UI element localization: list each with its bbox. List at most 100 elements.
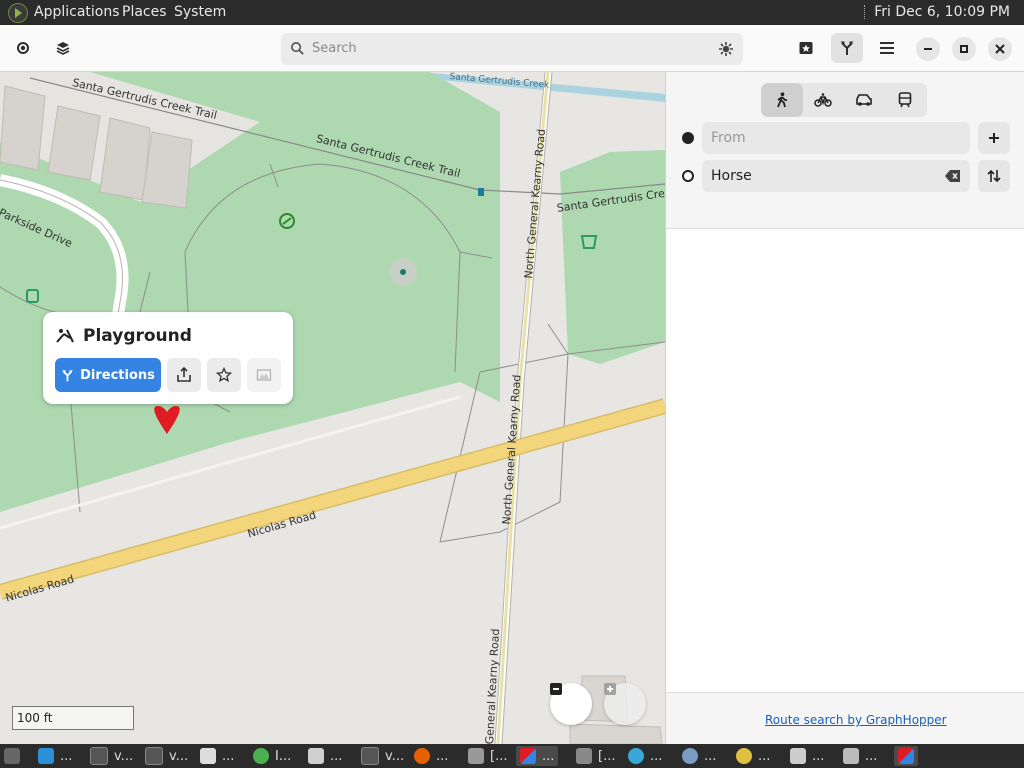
taskbar-item-label: ... [812,748,825,764]
swap-direction-button[interactable] [978,160,1010,192]
folder-icon [308,748,324,764]
taskbar-item-label: [... [598,748,616,764]
taskbar: ... v... v... ... I... ... v... ... [...… [0,744,1024,768]
to-value: Horse [711,168,752,184]
scale-bar: 100 ft [12,706,134,730]
taskbar-item-app[interactable]: ... [843,746,877,766]
search-placeholder: Search [312,41,357,56]
share-icon [177,366,191,382]
taskbar-item-maps-active[interactable] [894,746,918,766]
map-view[interactable]: Santa Gertrudis Creek Trail Santa Gertru… [0,72,665,744]
taskbar-item-label: ... [650,748,663,764]
route-icon [62,369,73,381]
place-title: Playground [83,326,192,346]
clock[interactable]: Fri Dec 6, 10:09 PM [864,4,1010,20]
from-placeholder: From [711,130,746,146]
taskbar-item-label: v... [169,748,189,764]
applications-menu[interactable]: Applications [34,4,120,20]
car-icon [856,94,872,106]
clear-text-icon[interactable] [945,169,961,183]
taskbar-item-terminal[interactable]: v... [145,746,188,766]
taskbar-item-terminal[interactable]: v... [361,746,404,766]
shelter-icon [478,188,484,196]
taskbar-item-app[interactable]: I... [253,746,291,766]
taskbar-item-label: ... [758,748,771,764]
close-button[interactable] [988,37,1012,61]
taskbar-item-window[interactable]: [... [576,746,615,766]
terminal-icon [145,747,163,765]
zoom-in-button[interactable] [604,683,646,725]
camera-icon [468,748,484,764]
taskbar-item-label: ... [60,748,73,764]
taskbar-item-window[interactable]: ... [200,746,234,766]
place-popover: Playground Directions [43,312,293,404]
bicycle-icon [814,93,832,107]
taskbar-item-firefox[interactable]: ... [414,746,448,766]
poi-search-icon[interactable] [718,41,734,57]
taskbar-item-settings[interactable]: ... [682,746,716,766]
favorite-button[interactable] [207,358,241,392]
taskbar-item-camera[interactable]: [... [468,746,507,766]
minimize-button[interactable] [916,37,940,61]
add-via-button[interactable] [978,122,1010,154]
minus-icon [550,683,562,695]
app-icon [253,748,269,764]
zoom-out-button[interactable] [550,683,592,725]
route-planner-sidebar: From Horse Route search by GraphHopper [665,72,1024,745]
swap-arrows-icon [987,169,1001,183]
taskbar-item-browser[interactable]: ... [628,746,662,766]
taskbar-item-maps[interactable]: ... [516,746,559,766]
plus-icon [604,683,616,695]
taskbar-item-weather[interactable]: ... [736,746,770,766]
layers-icon [56,42,70,55]
mountain-icon [256,369,272,381]
route-planner-toggle[interactable] [831,33,863,63]
taskbar-item-home[interactable]: ... [790,746,824,766]
layers-button[interactable] [47,33,79,63]
poi-dot [400,269,406,275]
directions-label: Directions [80,367,155,383]
mode-walk-button[interactable] [761,83,803,117]
places-menu[interactable]: Places [122,4,167,20]
park-area-east [560,150,665,364]
search-input[interactable]: Search [281,33,743,65]
home-icon [790,748,806,764]
desktop-icon [4,748,20,764]
favorites-button[interactable] [790,33,822,63]
share-button[interactable] [167,358,201,392]
terminal-icon [361,747,379,765]
taskbar-item-vscode[interactable]: ... [38,746,72,766]
elevation-button[interactable] [247,358,281,392]
from-entry[interactable]: From [702,122,970,154]
train-icon [898,92,912,108]
sidebar-footer: Route search by GraphHopper [666,692,1024,745]
taskbar-item-label: [... [490,748,508,764]
star-icon [216,367,232,383]
taskbar-item-label: ... [436,748,449,764]
mode-bike-button[interactable] [802,83,844,117]
taskbar-item-terminal[interactable]: v... [90,746,133,766]
taskbar-item-label: ... [542,748,555,764]
start-point-icon [682,132,694,144]
locate-button[interactable] [7,33,39,63]
distro-logo-icon[interactable] [8,3,28,23]
to-entry[interactable]: Horse [702,160,970,192]
route-icon [840,41,854,55]
pedestrian-icon [777,92,787,108]
main-menu-button[interactable] [871,33,903,63]
graphhopper-link[interactable]: Route search by GraphHopper [765,713,947,727]
mode-transit-button[interactable] [884,83,926,117]
directions-button[interactable]: Directions [55,358,161,392]
taskbar-item-label: I... [275,748,292,764]
taskbar-item-label: ... [222,748,235,764]
map-canvas [0,72,665,744]
mode-car-button[interactable] [843,83,885,117]
crosshair-icon [17,42,29,54]
maximize-button[interactable] [952,37,976,61]
system-menu[interactable]: System [174,4,226,20]
taskbar-item-label: v... [385,748,405,764]
show-desktop-button[interactable] [4,746,20,766]
taskbar-item-files[interactable]: ... [308,746,342,766]
transport-mode-selector [761,83,927,117]
maps-icon [898,748,914,764]
